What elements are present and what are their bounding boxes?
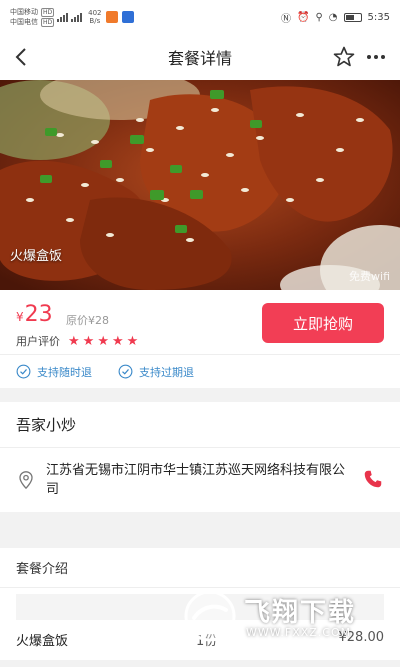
status-right: Ⓝ ⏰ ⚲ ◔ 5:35 (281, 10, 390, 25)
hd-badge: HD (41, 7, 55, 17)
net-speed-value: 402 (88, 9, 102, 17)
status-bar: 中国移动 HD 中国电信 HD 402 B/s Ⓝ ⏰ ⚲ ◔ 5:35 (0, 0, 400, 34)
price-value: 23 (24, 302, 53, 327)
signal-icon (57, 12, 69, 22)
shop-name-row[interactable]: 吾家小炒 (0, 402, 400, 448)
check-circle-icon (16, 364, 31, 379)
package-item-name: 火爆盒饭 (16, 634, 69, 649)
watermark-url: WWW.FXXZ.COM (246, 626, 352, 639)
star-icon: ★ (68, 333, 80, 349)
star-icon: ★ (82, 333, 95, 349)
nav-bar: 套餐详情 (0, 34, 400, 80)
carrier-row-2: 中国电信 HD (10, 17, 55, 27)
carrier-row-1: 中国移动 HD (10, 7, 55, 17)
section-divider (0, 512, 400, 548)
clock-time: 5:35 (367, 11, 390, 23)
hd-badge: HD (41, 17, 55, 27)
carrier-2-label: 中国电信 (10, 18, 38, 26)
watermark: 飞翔下载 WWW.FXXZ.COM (180, 588, 390, 648)
star-icon: ★ (111, 333, 124, 349)
free-wifi-note: 免费wifi (349, 270, 390, 283)
rating-label: 用户评价 (16, 335, 60, 348)
rating-stars: ★ ★ ★ ★ ★ (68, 335, 138, 348)
user-rating: 用户评价 ★ ★ ★ ★ ★ (16, 333, 138, 349)
back-arrow-icon[interactable] (10, 45, 34, 69)
location-icon: ⚲ (315, 11, 323, 23)
app-notification-icon (121, 11, 134, 23)
guarantee-label: 支持随时退 (37, 365, 92, 379)
price-card: ¥ 23 原价¥28 用户评价 ★ ★ ★ ★ ★ 立即抢购 (0, 290, 400, 354)
package-section-header: 套餐介绍 (0, 548, 400, 588)
guarantee-refund-anytime: 支持随时退 (16, 364, 92, 380)
check-circle-icon (118, 364, 133, 379)
battery-icon (343, 12, 362, 22)
shop-name: 吾家小炒 (16, 416, 77, 434)
signal-icon (71, 12, 83, 22)
shop-address-row[interactable]: 江苏省无锡市江阴市华士镇江苏巡天网络科技有限公司 (0, 448, 400, 512)
carrier-info: 中国移动 HD 中国电信 HD (10, 7, 55, 27)
shop-address: 江苏省无锡市江阴市华士镇江苏巡天网络科技有限公司 (46, 463, 346, 497)
guarantee-row: 支持随时退 支持过期退 (0, 354, 400, 388)
currency-symbol: ¥ (16, 310, 24, 324)
package-section-title: 套餐介绍 (16, 562, 69, 577)
app-notification-icon (105, 11, 118, 23)
carrier-1-label: 中国移动 (10, 8, 38, 16)
alarm-icon: ⏰ (297, 11, 310, 23)
nfc-icon: Ⓝ (281, 13, 292, 25)
app-screen: 中国移动 HD 中国电信 HD 402 B/s Ⓝ ⏰ ⚲ ◔ 5:35 套餐详… (0, 0, 400, 667)
star-icon: ★ (126, 333, 139, 349)
section-divider (0, 388, 400, 402)
original-price: 原价¥28 (66, 314, 109, 327)
wifi-icon: ◔ (328, 11, 338, 23)
phone-icon[interactable] (362, 468, 384, 490)
buy-now-button[interactable]: 立即抢购 (262, 303, 384, 343)
favorite-star-icon[interactable] (332, 45, 356, 69)
current-price: ¥ 23 (16, 302, 53, 327)
location-pin-icon (19, 471, 33, 490)
guarantee-label: 支持过期退 (139, 365, 194, 379)
more-options-icon[interactable] (364, 45, 388, 69)
net-speed: 402 B/s (88, 9, 101, 25)
star-icon: ★ (97, 333, 109, 349)
guarantee-refund-expired: 支持过期退 (118, 364, 194, 380)
net-speed-unit: B/s (89, 17, 101, 25)
food-photo: 火爆盒饭 免费wifi (0, 80, 400, 290)
watermark-logo-icon (184, 590, 236, 642)
hero-caption: 火爆盒饭 (10, 249, 63, 264)
watermark-text: 飞翔下载 (244, 598, 357, 628)
